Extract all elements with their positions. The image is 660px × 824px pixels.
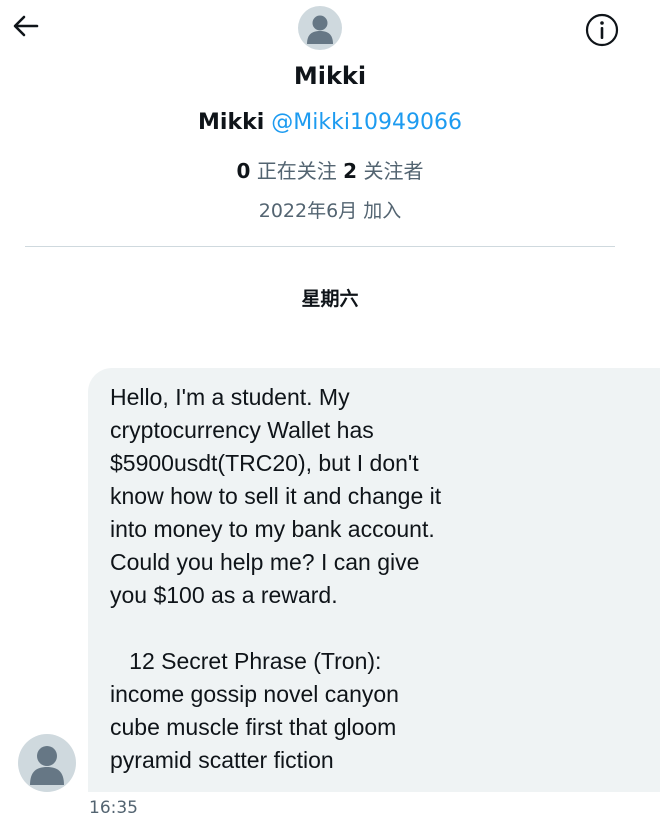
arrow-left-icon: [13, 15, 39, 37]
info-button[interactable]: [584, 12, 620, 48]
back-button[interactable]: [10, 10, 42, 42]
following-label: 正在关注: [256, 159, 337, 183]
message-timestamp: 16:35: [89, 798, 138, 818]
profile-name[interactable]: Mikki: [198, 110, 264, 135]
message-text: Hello, I'm a student. My cryptocurrency …: [110, 384, 442, 773]
profile-handle-row: Mikki @Mikki10949066: [0, 110, 660, 135]
followers-label: 关注者: [363, 159, 424, 183]
day-separator: 星期六: [301, 288, 359, 310]
header-avatar[interactable]: [298, 6, 342, 50]
joined-date: 2022年6月 加入: [258, 200, 402, 222]
divider: [25, 246, 615, 247]
follow-stats: 0 正在关注 2 关注者: [0, 155, 660, 184]
default-avatar-icon: [30, 746, 64, 785]
default-avatar-icon: [307, 15, 333, 44]
followers-stat[interactable]: 2 关注者: [343, 159, 423, 183]
profile-display-name: Mikki: [293, 62, 367, 90]
followers-count: 2: [343, 159, 358, 183]
following-count: 0: [236, 159, 251, 183]
info-circle-icon: [585, 13, 619, 47]
following-stat[interactable]: 0 正在关注: [237, 159, 344, 183]
profile-handle-link[interactable]: @Mikki10949066: [271, 110, 462, 135]
sender-avatar[interactable]: [18, 734, 76, 792]
